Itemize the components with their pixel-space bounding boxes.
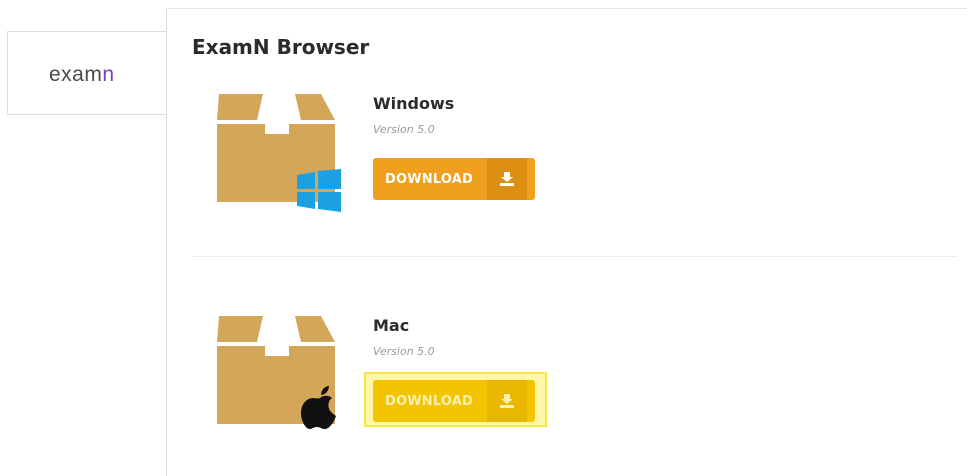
download-icon (487, 158, 528, 200)
download-button-label: DOWNLOAD (385, 171, 474, 187)
version-mac: Version 5.0 (373, 345, 435, 358)
download-icon (487, 380, 528, 422)
download-button-mac[interactable]: DOWNLOAD (373, 380, 535, 422)
os-name-windows: Windows (373, 94, 455, 113)
page: examn ExamN Browser Windows Version 5.0 … (0, 0, 967, 476)
download-button-windows[interactable]: DOWNLOAD (373, 158, 535, 200)
apple-logo-icon (301, 386, 336, 430)
tab-label-prefix: exam (49, 63, 103, 86)
version-windows: Version 5.0 (373, 123, 435, 136)
sidebar-tab-label: examn (49, 63, 115, 87)
windows-logo-icon (297, 169, 341, 212)
section-divider (192, 256, 957, 257)
download-button-label: DOWNLOAD (385, 393, 474, 409)
tab-label-accent: n (102, 63, 115, 86)
page-title: ExamN Browser (192, 35, 370, 59)
os-name-mac: Mac (373, 316, 410, 335)
